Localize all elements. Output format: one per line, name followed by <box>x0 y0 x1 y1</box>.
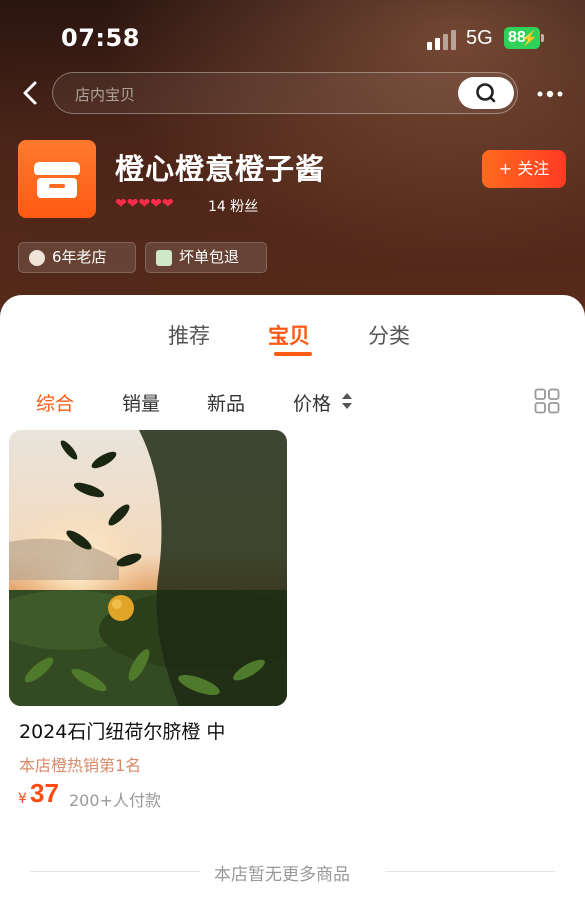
search-placeholder: 店内宝贝 <box>75 86 136 104</box>
shop-age-icon <box>29 250 45 266</box>
filter-new[interactable]: 新品 <box>207 389 245 416</box>
network-type: 5G <box>466 27 493 49</box>
back-arrow-icon[interactable] <box>18 78 44 108</box>
tab-active-indicator <box>274 352 312 356</box>
paid-count: 200+人付款 <box>69 791 161 810</box>
divider-right <box>385 871 555 872</box>
product-image[interactable] <box>9 430 287 706</box>
badge-refund[interactable]: 坏单包退 <box>145 242 267 273</box>
filter-sales[interactable]: 销量 <box>122 389 160 416</box>
battery-cap <box>541 34 544 42</box>
status-time: 07:58 <box>61 24 140 52</box>
storefront-icon <box>34 162 80 198</box>
orange-tree-photo <box>9 430 287 706</box>
battery-icon: 88 ⚡ <box>504 27 540 49</box>
shop-rating-hearts: ❤❤❤❤❤ <box>115 196 174 212</box>
no-more-items-text: 本店暂无更多商品 <box>214 865 350 885</box>
product-price: 37 <box>30 778 59 808</box>
search-input[interactable]: 店内宝贝 <box>52 72 518 114</box>
sort-arrows-icon[interactable] <box>341 390 353 412</box>
tab-recommend[interactable]: 推荐 <box>168 320 210 350</box>
fan-count: 14 粉丝 <box>208 199 259 215</box>
charging-bolt-icon: ⚡ <box>520 30 538 46</box>
divider-left <box>30 871 200 872</box>
signal-icon <box>427 30 459 50</box>
price-currency: ¥ <box>18 791 27 807</box>
follow-button[interactable]: + 关注 <box>482 150 566 188</box>
more-options-icon[interactable] <box>536 84 564 104</box>
shop-name: 橙心橙意橙子酱 <box>115 152 326 186</box>
tab-items[interactable]: 宝贝 <box>268 320 310 350</box>
product-rank-tag: 本店橙热销第1名 <box>19 756 142 775</box>
grid-layout-icon[interactable] <box>534 388 560 414</box>
badge-label: 6年老店 <box>52 248 107 266</box>
filter-price[interactable]: 价格 <box>293 389 331 416</box>
badge-label: 坏单包退 <box>179 248 240 266</box>
tab-categories[interactable]: 分类 <box>368 320 410 350</box>
badge-shop-age[interactable]: 6年老店 <box>18 242 136 273</box>
search-icon <box>476 83 496 103</box>
product-title[interactable]: 2024石门纽荷尔脐橙 中 <box>19 717 225 744</box>
shop-logo[interactable] <box>18 140 96 218</box>
filter-overall[interactable]: 综合 <box>36 389 74 416</box>
search-button[interactable] <box>458 77 514 109</box>
refund-icon <box>156 250 172 266</box>
